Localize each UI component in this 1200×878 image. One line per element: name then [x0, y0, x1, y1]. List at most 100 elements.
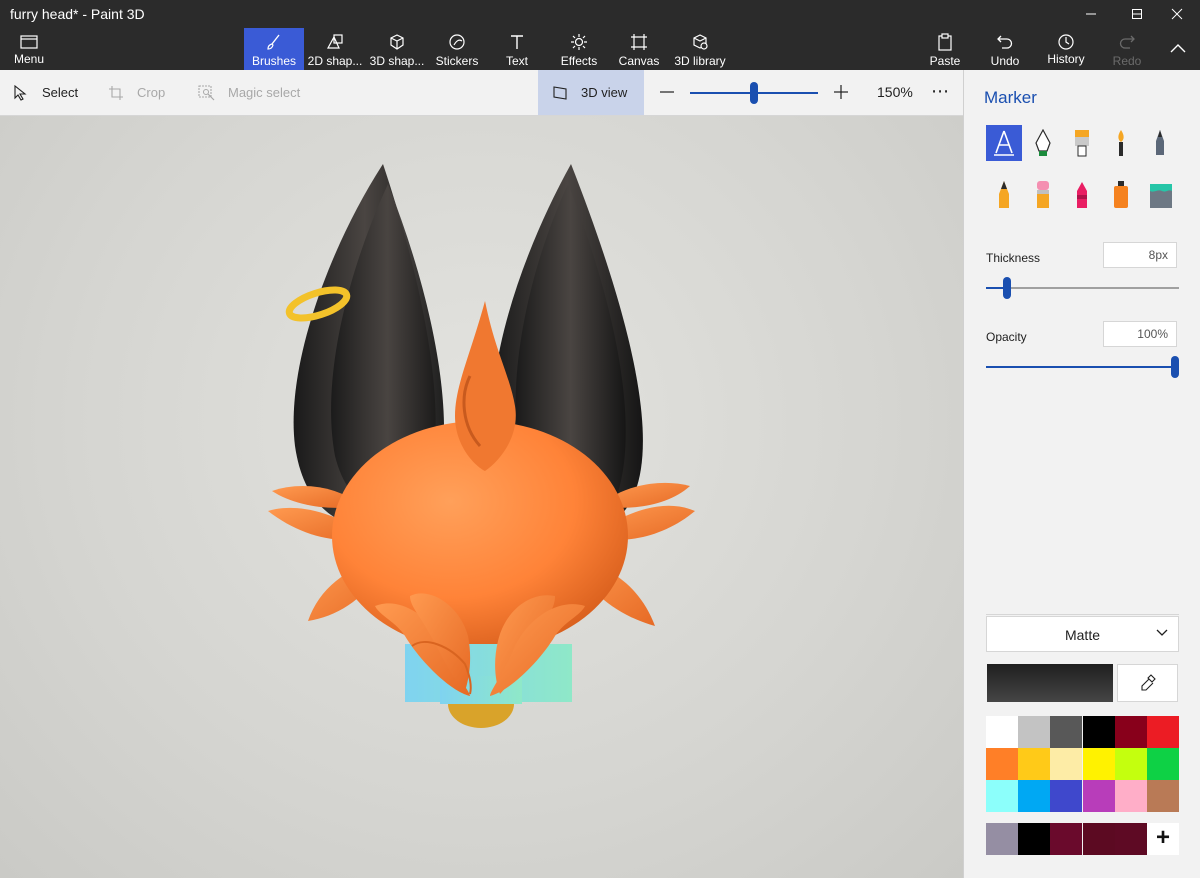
color-swatch[interactable] — [1082, 748, 1115, 780]
spray-can-brush[interactable] — [1103, 176, 1139, 212]
color-swatch[interactable] — [1018, 748, 1051, 780]
paste-button[interactable]: Paste — [922, 28, 968, 70]
color-swatch[interactable] — [1114, 780, 1147, 812]
secondary-toolbar: Select Crop Magic select 3D view 150% ⋯ — [0, 70, 963, 116]
color-swatch[interactable] — [1050, 780, 1083, 812]
color-swatch[interactable] — [1114, 716, 1147, 748]
tab-label: Text — [505, 54, 528, 68]
tab-3d-shapes[interactable]: 3D shap... — [366, 28, 428, 70]
material-dropdown[interactable]: Matte — [986, 616, 1179, 652]
redo-button[interactable]: Redo — [1104, 28, 1150, 70]
chevron-up-icon — [1170, 44, 1186, 53]
color-swatch[interactable] — [1050, 716, 1083, 748]
custom-color-swatch[interactable] — [1050, 823, 1083, 855]
color-swatch[interactable] — [1050, 748, 1083, 780]
menu-button[interactable]: Menu — [0, 28, 60, 70]
collapse-ribbon-button[interactable] — [1160, 28, 1196, 70]
canvas-area[interactable] — [0, 116, 963, 878]
eraser-brush[interactable] — [1025, 176, 1061, 212]
tab-2d-shapes[interactable]: 2D shap... — [304, 28, 366, 70]
spray-can-icon — [1114, 181, 1128, 208]
thickness-input[interactable]: 8px — [1103, 242, 1177, 268]
select-button[interactable]: Select — [14, 70, 84, 115]
2d-shapes-icon — [326, 34, 343, 49]
color-swatch[interactable] — [1147, 780, 1179, 812]
panel-title: Marker — [984, 88, 1037, 107]
custom-color-swatch[interactable] — [1082, 823, 1115, 855]
canvas-icon — [631, 34, 647, 50]
magic-select-icon — [198, 85, 215, 101]
custom-color-swatch[interactable] — [1018, 823, 1051, 855]
folder-icon — [20, 35, 38, 49]
history-button[interactable]: History — [1040, 28, 1092, 70]
thickness-slider-track[interactable] — [986, 287, 1179, 289]
eyedropper-button[interactable] — [1117, 664, 1178, 702]
oil-brush[interactable] — [1064, 125, 1100, 161]
magic-select-button[interactable]: Magic select — [198, 70, 308, 115]
tab-label: 3D library — [674, 54, 726, 68]
panel-divider — [986, 614, 1179, 615]
zoom-slider-thumb[interactable] — [750, 82, 758, 104]
color-swatch[interactable] — [1082, 716, 1115, 748]
history-label: History — [1047, 52, 1085, 66]
color-swatch[interactable] — [1082, 780, 1115, 812]
tab-canvas[interactable]: Canvas — [612, 28, 666, 70]
crop-icon — [109, 86, 123, 100]
tab-3d-library[interactable]: 3D library — [670, 28, 730, 70]
undo-button[interactable]: Undo — [982, 28, 1028, 70]
color-swatch[interactable] — [1018, 716, 1051, 748]
eraser-icon — [1037, 181, 1049, 208]
tab-stickers[interactable]: Stickers — [428, 28, 486, 70]
color-swatch[interactable] — [1114, 748, 1147, 780]
custom-color-swatch[interactable] — [986, 823, 1018, 855]
color-swatch[interactable] — [986, 716, 1018, 748]
3d-model-furry-head[interactable] — [0, 116, 963, 878]
close-icon — [1171, 8, 1183, 20]
custom-color-swatch[interactable] — [1114, 823, 1147, 855]
3d-view-button[interactable]: 3D view — [538, 70, 644, 115]
color-swatch[interactable] — [1018, 780, 1051, 812]
tab-brushes[interactable]: Brushes — [244, 28, 304, 70]
color-swatch[interactable] — [986, 780, 1018, 812]
current-color-swatch[interactable] — [987, 664, 1113, 702]
zoom-out-button[interactable] — [657, 82, 677, 102]
oil-brush-icon — [1075, 130, 1089, 157]
minimize-button-2[interactable] — [1068, 0, 1114, 28]
thickness-slider-thumb[interactable] — [1002, 277, 1011, 299]
tab-text[interactable]: Text — [490, 28, 544, 70]
watercolor-brush[interactable] — [1103, 125, 1139, 161]
crop-button[interactable]: Crop — [108, 70, 168, 115]
close-button[interactable] — [1154, 0, 1200, 28]
tab-label: Brushes — [251, 54, 297, 68]
opacity-input[interactable]: 100% — [1103, 321, 1177, 347]
marker-brush[interactable] — [986, 125, 1022, 161]
tab-effects[interactable]: Effects — [550, 28, 608, 70]
zoom-in-button[interactable] — [831, 82, 851, 102]
ribbon: Menu Brushes 2D shap... 3D shap... Stick… — [0, 28, 1200, 70]
crayon-brush[interactable] — [1064, 176, 1100, 212]
marker-icon — [994, 130, 1014, 156]
tab-label: 2D shap... — [307, 54, 363, 68]
crayon-icon — [1077, 182, 1087, 208]
chevron-down-icon — [1156, 629, 1168, 636]
color-swatch[interactable] — [1147, 716, 1179, 748]
pencil-brush[interactable] — [986, 176, 1022, 212]
fill-bucket-icon — [1150, 184, 1172, 208]
fill-bucket-brush[interactable] — [1142, 176, 1178, 212]
calligraphy-pen-brush[interactable] — [1025, 125, 1061, 161]
thickness-label: Thickness — [986, 251, 1041, 265]
pencil-icon — [999, 181, 1009, 208]
select-label: Select — [42, 85, 79, 100]
pixel-pen-brush[interactable] — [1142, 125, 1178, 161]
more-options-button[interactable]: ⋯ — [925, 82, 955, 104]
magic-select-label: Magic select — [228, 85, 301, 100]
add-color-button[interactable]: + — [1147, 823, 1179, 855]
tab-label: 3D shap... — [369, 54, 425, 68]
pixel-pen-icon — [1156, 130, 1164, 155]
watercolor-icon — [1118, 130, 1124, 156]
color-swatch[interactable] — [986, 748, 1018, 780]
redo-label: Redo — [1112, 54, 1142, 68]
color-swatch[interactable] — [1147, 748, 1179, 780]
eyedropper-icon — [1141, 674, 1156, 691]
opacity-slider-thumb[interactable] — [1171, 356, 1179, 378]
